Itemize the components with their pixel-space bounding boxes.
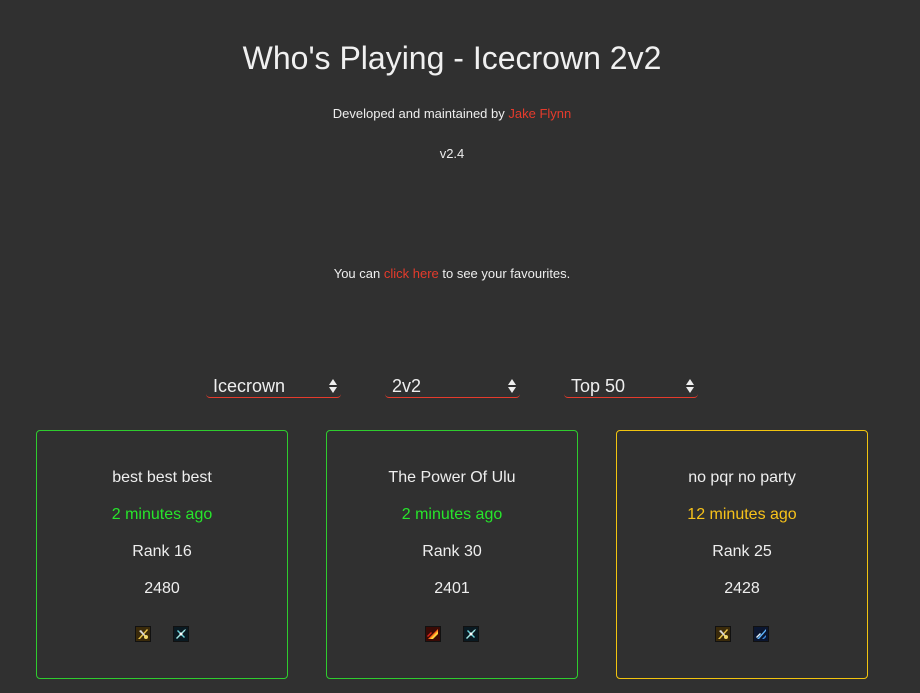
favourites-suffix: to see your favourites. xyxy=(438,266,571,281)
team-rating: 2401 xyxy=(434,580,470,597)
page-title: Who's Playing - Icecrown 2v2 xyxy=(242,40,662,76)
class-spec-icon-warrior[interactable] xyxy=(135,626,151,642)
range-select-value: Top 50 xyxy=(571,376,626,396)
bracket-select[interactable]: 2v2 xyxy=(385,374,520,398)
team-name: best best best xyxy=(112,469,212,486)
range-select[interactable]: Top 50 xyxy=(564,374,698,398)
team-card[interactable]: best best best 2 minutes ago Rank 16 248… xyxy=(36,430,288,679)
team-rank: Rank 30 xyxy=(422,543,482,560)
version-label: v2.4 xyxy=(439,146,465,161)
team-name: The Power Of Ulu xyxy=(388,469,516,486)
favourites-link[interactable]: click here xyxy=(384,266,439,281)
last-seen: 2 minutes ago xyxy=(111,506,213,523)
spec-icons xyxy=(617,626,867,644)
author-link[interactable]: Jake Flynn xyxy=(508,106,571,121)
team-rating: 2428 xyxy=(724,580,760,597)
class-spec-icon-warrior[interactable] xyxy=(715,626,731,642)
select-arrows-icon xyxy=(686,377,694,395)
last-seen: 2 minutes ago xyxy=(401,506,503,523)
realm-select[interactable]: Icecrown xyxy=(206,374,341,398)
team-rating: 2480 xyxy=(144,580,180,597)
team-card[interactable]: The Power Of Ulu 2 minutes ago Rank 30 2… xyxy=(326,430,578,679)
page: Who's Playing - Icecrown 2v2 Developed a… xyxy=(0,0,920,693)
bracket-select-value: 2v2 xyxy=(392,376,422,396)
class-spec-icon-rogue[interactable] xyxy=(173,626,189,642)
favourites-prefix: You can xyxy=(333,266,384,281)
select-arrows-icon xyxy=(508,377,516,395)
class-spec-icon-shaman[interactable] xyxy=(753,626,769,642)
team-rank: Rank 16 xyxy=(132,543,192,560)
team-name: no pqr no party xyxy=(688,469,796,486)
spec-icons xyxy=(37,626,287,644)
spec-icons xyxy=(327,626,577,644)
realm-select-value: Icecrown xyxy=(213,376,286,396)
favourites-line: You can click here to see your favourite… xyxy=(0,266,904,281)
class-spec-icon-fire[interactable] xyxy=(425,626,441,642)
select-arrows-icon xyxy=(329,377,337,395)
last-seen: 12 minutes ago xyxy=(687,506,797,523)
credit-prefix: Developed and maintained by xyxy=(332,106,509,121)
team-rank: Rank 25 xyxy=(712,543,772,560)
class-spec-icon-rogue[interactable] xyxy=(463,626,479,642)
team-card[interactable]: no pqr no party 12 minutes ago Rank 25 2… xyxy=(616,430,868,679)
credit-line: Developed and maintained by Jake Flynn xyxy=(0,106,904,121)
